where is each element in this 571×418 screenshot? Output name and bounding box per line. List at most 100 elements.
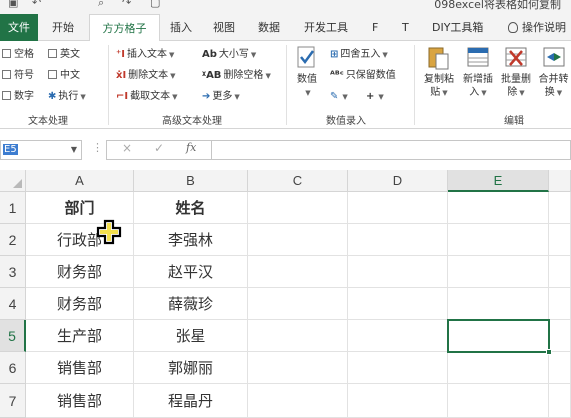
cell-d5[interactable] [348,320,448,352]
checkbox-symbol[interactable]: 符号 [2,68,34,84]
tab-insert[interactable]: 插入 [170,14,192,41]
checkbox-space[interactable]: 空格 [2,47,34,63]
cell-a7[interactable]: 销售部 [26,384,134,418]
cell-f2[interactable] [549,224,571,256]
edit-icon: ✎ [330,91,339,102]
row-header-5[interactable]: 5 [0,320,26,352]
cell-d3[interactable] [348,256,448,288]
cell-d1[interactable] [348,192,448,224]
active-cell-selection[interactable] [447,319,552,355]
cell-a4[interactable]: 财务部 [26,288,134,320]
print-preview-icon[interactable]: ⌕ [98,0,104,10]
case-button[interactable]: Ab 大小写 ▼ [202,47,256,63]
number-button[interactable]: 数值 ▼ [292,45,322,100]
checkbox-number[interactable]: 数字 [2,89,34,105]
row-header-3[interactable]: 3 [0,256,26,288]
tab-diy-toolbox[interactable]: DIY工具箱 [432,14,483,41]
confirm-icon[interactable]: ✓ [154,141,164,155]
cell-b5[interactable]: 张星 [134,320,248,352]
round-button[interactable]: ⊞ 四舍五入 ▼ [330,47,388,63]
copy-paste-button[interactable]: 复制粘贴 ▼ [420,45,458,100]
new-file-icon[interactable]: ▢ [150,0,160,9]
cell-b1[interactable]: 姓名 [134,192,248,224]
checkbox-english[interactable]: 英文 [48,47,80,63]
tab-fangfangezi[interactable]: 方方格子 [89,14,160,42]
keep-number-button[interactable]: ᴬᴮᶜ 只保留数值 [330,68,396,84]
tab-t[interactable]: T [402,14,409,41]
fill-handle[interactable] [546,349,552,355]
column-header-d[interactable]: D [348,170,448,192]
delete-space-button[interactable]: ᵡAB 删除空格 ▼ [202,68,271,84]
formula-input[interactable] [211,140,571,160]
row-header-7[interactable]: 7 [0,384,26,418]
insert-new-button[interactable]: 新增插入 ▼ [460,45,496,100]
column-header-a[interactable]: A [26,170,134,192]
row-header-4[interactable]: 4 [0,288,26,320]
function-icon[interactable]: fx [186,141,196,154]
cell-e2[interactable] [448,224,549,256]
merge-convert-button[interactable]: 合并转换 ▼ [536,45,571,100]
cell-c1[interactable] [248,192,348,224]
cell-c7[interactable] [248,384,348,418]
undo-icon[interactable]: ↶ [32,0,41,9]
cell-b3[interactable]: 赵平汉 [134,256,248,288]
insert-text-button[interactable]: ⁺I 插入文本 ▼ [116,47,174,63]
tab-home[interactable]: 开始 [52,14,74,41]
cell-d7[interactable] [348,384,448,418]
cell-b6[interactable]: 郭娜丽 [134,352,248,384]
column-header-c[interactable]: C [248,170,348,192]
cell-f7[interactable] [549,384,571,418]
cell-f1[interactable] [549,192,571,224]
cell-c6[interactable] [248,352,348,384]
more-button[interactable]: ➔ 更多 ▼ [202,89,240,105]
cancel-icon[interactable]: × [122,141,132,155]
cell-e3[interactable] [448,256,549,288]
cell-b7[interactable]: 程晶丹 [134,384,248,418]
cell-f6[interactable] [549,352,571,384]
cell-d4[interactable] [348,288,448,320]
delete-text-button[interactable]: ẋI 删除文本 ▼ [116,68,176,84]
row-header-2[interactable]: 2 [0,224,26,256]
column-header-e[interactable]: E [448,170,549,192]
edit-value-button[interactable]: ✎ ▼ [330,89,348,105]
execute-button[interactable]: ✱ 执行 ▼ [48,89,86,105]
select-all-button[interactable] [0,170,26,192]
cell-f5[interactable] [549,320,571,352]
cell-a5[interactable]: 生产部 [26,320,134,352]
column-header-b[interactable]: B [134,170,248,192]
column-header-f[interactable] [549,170,571,192]
batch-delete-button[interactable]: 批量删除 ▼ [498,45,534,100]
add-button[interactable]: + ▼ [366,89,384,105]
cell-c4[interactable] [248,288,348,320]
row-header-6[interactable]: 6 [0,352,26,384]
cell-e7[interactable] [448,384,549,418]
cell-a6[interactable]: 销售部 [26,352,134,384]
cell-b2[interactable]: 李强林 [134,224,248,256]
cell-e6[interactable] [448,352,549,384]
tab-f[interactable]: F [372,14,378,41]
cell-c2[interactable] [248,224,348,256]
tab-developer[interactable]: 开发工具 [304,14,348,41]
row-header-1[interactable]: 1 [0,192,26,224]
extract-text-button[interactable]: ⌐I 截取文本 ▼ [116,89,178,105]
cell-c3[interactable] [248,256,348,288]
delete-text-icon: ẋI [116,70,127,81]
tab-help[interactable]: 操作说明 [508,14,566,41]
cell-c5[interactable] [248,320,348,352]
checkbox-chinese[interactable]: 中文 [48,68,80,84]
drag-handle-icon[interactable]: ⋮ [92,141,103,154]
cell-f3[interactable] [549,256,571,288]
cell-d6[interactable] [348,352,448,384]
tab-file[interactable]: 文件 [0,14,38,41]
cell-f4[interactable] [549,288,571,320]
name-box[interactable]: E5 ▼ [0,140,82,160]
tab-data[interactable]: 数据 [258,14,280,41]
cell-b4[interactable]: 薛薇珍 [134,288,248,320]
cell-d2[interactable] [348,224,448,256]
cell-a3[interactable]: 财务部 [26,256,134,288]
cell-e1[interactable] [448,192,549,224]
cell-e4[interactable] [448,288,549,320]
redo-icon[interactable]: ↷ [122,0,131,9]
save-icon[interactable]: ▣ [8,0,18,9]
tab-view[interactable]: 视图 [213,14,235,41]
